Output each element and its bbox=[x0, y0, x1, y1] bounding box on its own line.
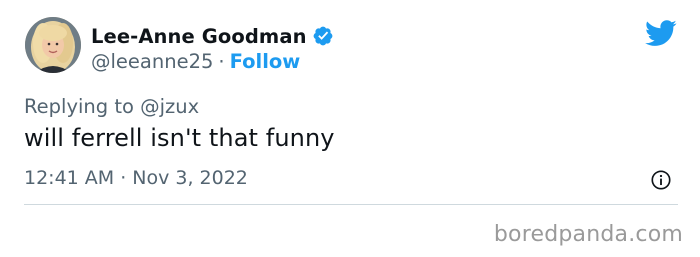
meta-separator: · bbox=[120, 167, 127, 189]
tweet-time[interactable]: 12:41 AM bbox=[24, 167, 114, 189]
author-handle-row: @leeanne25 · Follow bbox=[91, 50, 300, 73]
tweet-text: will ferrell isn't that funny bbox=[24, 124, 335, 152]
info-icon[interactable] bbox=[650, 169, 672, 191]
twitter-bird-icon[interactable] bbox=[645, 20, 677, 47]
avatar[interactable] bbox=[25, 17, 81, 73]
verified-badge-icon bbox=[312, 25, 334, 47]
author-name-row: Lee-Anne Goodman bbox=[91, 23, 334, 49]
handle-separator: · bbox=[218, 50, 225, 73]
watermark: boredpanda.com bbox=[493, 222, 683, 247]
profile-photo bbox=[25, 17, 81, 73]
author-display-name[interactable]: Lee-Anne Goodman bbox=[91, 25, 307, 48]
replying-to-label[interactable]: Replying to @jzux bbox=[24, 95, 199, 118]
author-handle[interactable]: @leeanne25 bbox=[91, 50, 213, 73]
tweet-card: Lee-Anne Goodman @leeanne25 · Follow Rep… bbox=[0, 0, 700, 257]
follow-button[interactable]: Follow bbox=[230, 50, 301, 73]
divider bbox=[24, 204, 678, 205]
tweet-timestamp-row: 12:41 AM · Nov 3, 2022 bbox=[24, 167, 248, 189]
tweet-date[interactable]: Nov 3, 2022 bbox=[132, 167, 248, 189]
